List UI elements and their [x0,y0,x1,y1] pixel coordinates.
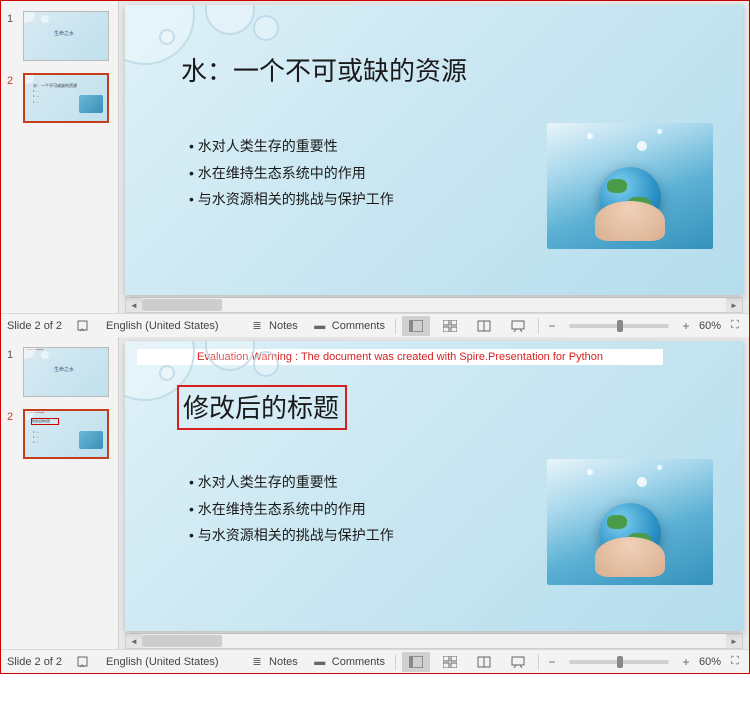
language-indicator[interactable]: English (United States) [106,320,219,332]
comments-icon: ▬ [312,654,328,670]
spellcheck-icon[interactable] [76,654,92,670]
powerpoint-instance-modified: 1 Evaluation Warning 生命之水 2 Evaluation W… [0,337,750,674]
comments-icon: ▬ [312,318,328,334]
scroll-thumb[interactable] [142,299,222,311]
slideshow-view-button[interactable] [504,316,532,336]
slide-title[interactable]: 水：一个不可或缺的资源 [181,51,467,88]
thumbnail-panel[interactable]: 1 Evaluation Warning 生命之水 2 Evaluation W… [1,337,119,649]
thumbnail-content-text: • ...• ...• ... [33,429,39,445]
notes-button[interactable]: ≣Notes [245,652,302,672]
reading-view-button[interactable] [470,652,498,672]
thumbnail-warning-text: Evaluation Warning [26,349,106,351]
scroll-track[interactable] [142,298,726,312]
thumbnail-row: 1 生命之水 [7,11,112,61]
zoom-slider[interactable] [569,324,669,328]
thumbnail-row: 2 Evaluation Warning 修改后的标题 • ...• ...• … [7,409,112,459]
divider [538,318,539,334]
thumbnail-image-preview [79,431,103,449]
thumbnail-slide-1[interactable]: Evaluation Warning 生命之水 [23,347,109,397]
slide-bullets[interactable]: 水对人类生存的重要性 水在维持生态系统中的作用 与水资源相关的挑战与保护工作 [189,133,394,213]
hand-graphic [595,537,665,577]
language-indicator[interactable]: English (United States) [106,656,219,668]
bullet-item: 水对人类生存的重要性 [189,469,394,496]
thumbnail-number: 2 [7,409,19,423]
thumbnail-slide-2[interactable]: 水：一个不可或缺的资源• ...• ...• ... [23,73,109,123]
thumbnail-image-preview [79,95,103,113]
horizontal-scrollbar[interactable]: ◄ ► [125,297,743,313]
normal-view-button[interactable] [402,316,430,336]
thumbnail-row: 2 水：一个不可或缺的资源• ...• ...• ... [7,73,112,123]
bullet-item: 水在维持生态系统中的作用 [189,496,394,523]
scroll-left-button[interactable]: ◄ [126,298,142,312]
slide-editor-area: 水：一个不可或缺的资源 水对人类生存的重要性 水在维持生态系统中的作用 与水资源… [119,1,749,313]
bullet-item: 水在维持生态系统中的作用 [189,160,394,187]
slide-sorter-view-button[interactable] [436,316,464,336]
workspace: 1 生命之水 2 水：一个不可或缺的资源• ...• ...• ... 水：一个… [1,1,749,313]
status-bar: Slide 2 of 2 English (United States) ≣No… [1,313,749,337]
zoom-out-button[interactable]: − [545,655,559,669]
divider [538,654,539,670]
thumbnail-number: 2 [7,73,19,87]
thumbnail-warning-text: Evaluation Warning [27,412,105,414]
zoom-out-button[interactable]: − [545,319,559,333]
status-bar: Slide 2 of 2 English (United States) ≣No… [1,649,749,673]
bullet-item: 与水资源相关的挑战与保护工作 [189,186,394,213]
zoom-slider[interactable] [569,660,669,664]
slide-counter: Slide 2 of 2 [7,656,62,668]
slide-counter: Slide 2 of 2 [7,320,62,332]
thumbnail-content-text: 水：一个不可或缺的资源• ...• ...• ... [33,83,77,104]
scroll-left-button[interactable]: ◄ [126,634,142,648]
thumbnail-panel[interactable]: 1 生命之水 2 水：一个不可或缺的资源• ...• ...• ... [1,1,119,313]
scroll-track[interactable] [142,634,726,648]
thumbnail-slide-1[interactable]: 生命之水 [23,11,109,61]
scroll-thumb[interactable] [142,635,222,647]
thumbnail-number: 1 [7,347,19,361]
slide-content-image[interactable] [547,459,713,585]
slide-content-image[interactable] [547,123,713,249]
thumbnail-title-text: 生命之水 [54,30,74,37]
slide-editor-area: Evaluation Warning : The document was cr… [119,337,749,649]
zoom-percentage[interactable]: 60% [699,656,721,668]
fit-to-window-button[interactable]: ⛶ [727,654,743,670]
divider [395,318,396,334]
thumbnail-title-text: 生命之水 [54,366,74,373]
slideshow-view-button[interactable] [504,652,532,672]
spellcheck-icon[interactable] [76,318,92,334]
slide-bullets[interactable]: 水对人类生存的重要性 水在维持生态系统中的作用 与水资源相关的挑战与保护工作 [189,469,394,549]
normal-view-button[interactable] [402,652,430,672]
thumbnail-row: 1 Evaluation Warning 生命之水 [7,347,112,397]
hand-graphic [595,201,665,241]
bullet-item: 与水资源相关的挑战与保护工作 [189,522,394,549]
thumbnail-slide-2[interactable]: Evaluation Warning 修改后的标题 • ...• ...• ..… [23,409,109,459]
zoom-percentage[interactable]: 60% [699,320,721,332]
zoom-in-button[interactable]: + [679,319,693,333]
horizontal-scrollbar[interactable]: ◄ ► [125,633,743,649]
scroll-right-button[interactable]: ► [726,634,742,648]
slide-canvas[interactable]: 水：一个不可或缺的资源 水对人类生存的重要性 水在维持生态系统中的作用 与水资源… [125,5,743,295]
scroll-right-button[interactable]: ► [726,298,742,312]
powerpoint-instance-original: 1 生命之水 2 水：一个不可或缺的资源• ...• ...• ... 水：一个… [0,0,750,337]
zoom-slider-handle[interactable] [617,320,623,332]
comments-button[interactable]: ▬Comments [308,652,389,672]
thumbnail-title-highlight: 修改后的标题 [31,418,59,425]
reading-view-button[interactable] [470,316,498,336]
notes-icon: ≣ [249,318,265,334]
divider [395,654,396,670]
notes-button[interactable]: ≣Notes [245,316,302,336]
comments-button[interactable]: ▬Comments [308,316,389,336]
slide-canvas[interactable]: Evaluation Warning : The document was cr… [125,341,743,631]
zoom-slider-handle[interactable] [617,656,623,668]
thumbnail-number: 1 [7,11,19,25]
notes-icon: ≣ [249,654,265,670]
zoom-in-button[interactable]: + [679,655,693,669]
fit-to-window-button[interactable]: ⛶ [727,318,743,334]
workspace: 1 Evaluation Warning 生命之水 2 Evaluation W… [1,337,749,649]
slide-title-highlighted[interactable]: 修改后的标题 [177,385,347,430]
slide-sorter-view-button[interactable] [436,652,464,672]
bullet-item: 水对人类生存的重要性 [189,133,394,160]
